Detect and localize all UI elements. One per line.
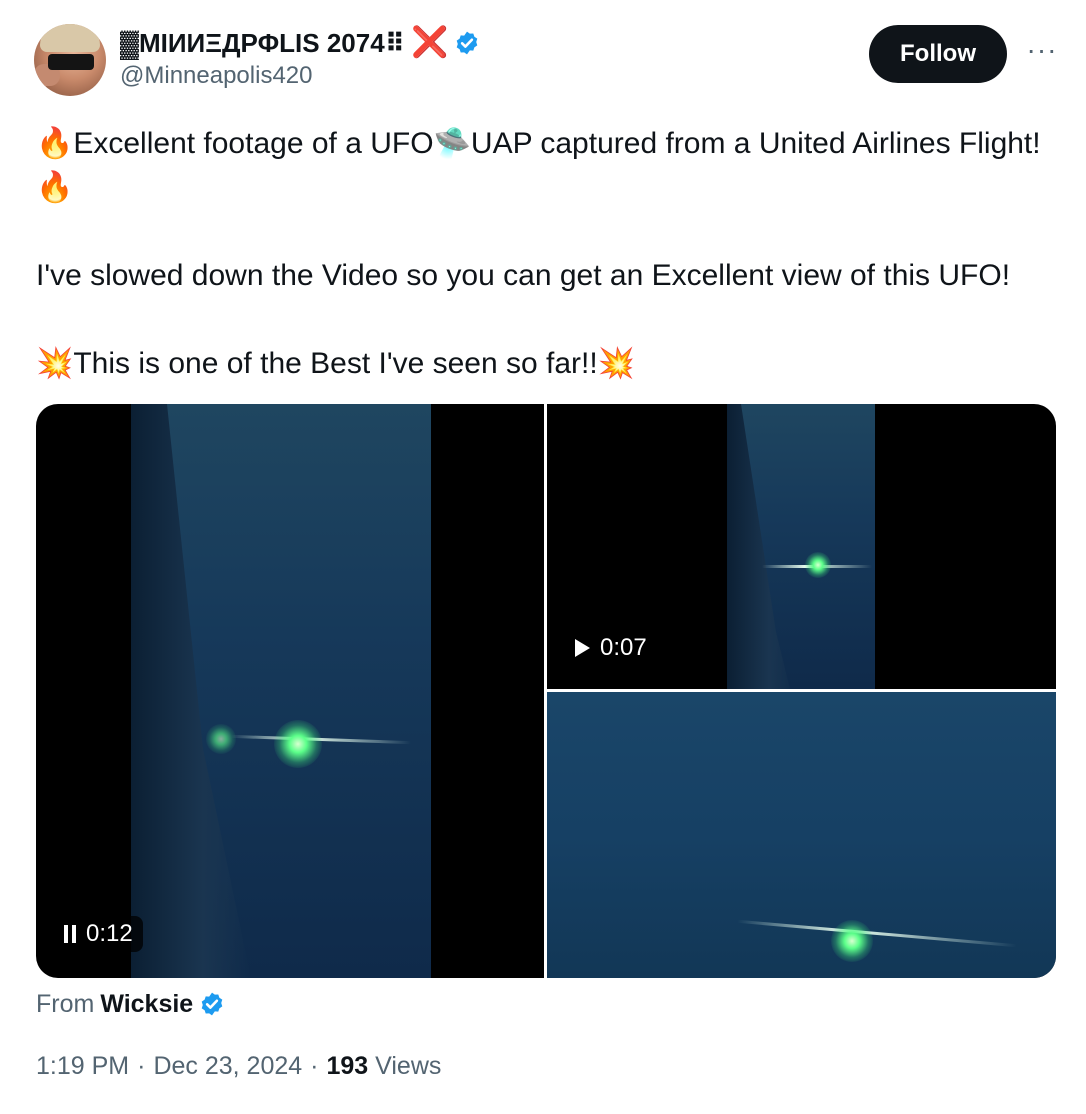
source-name[interactable]: Wicksie	[100, 990, 193, 1019]
video-player-3[interactable]	[547, 692, 1056, 978]
tweet-metadata: 1:19 PM · Dec 23, 2024 · 193 Views	[36, 1052, 441, 1081]
meta-separator: ·	[137, 1052, 146, 1080]
video-source: From Wicksie	[36, 986, 225, 1022]
cross-mark-icon: ❌	[410, 26, 449, 59]
video-player-1[interactable]: 0:12	[36, 404, 544, 978]
video-player-2[interactable]: 0:07	[547, 404, 1056, 689]
ufo-light-secondary	[206, 724, 236, 754]
video-duration: 0:12	[86, 920, 133, 947]
author-name-row: ▓МІИИΞДРΦLIS 2074⠿ ❌	[120, 26, 480, 60]
playback-badge[interactable]: 0:12	[54, 916, 143, 952]
ufo-light	[831, 920, 873, 962]
video-duration: 0:07	[600, 634, 647, 661]
views-label: Views	[375, 1052, 442, 1080]
meta-separator: ·	[310, 1052, 319, 1080]
ufo-light	[805, 552, 831, 578]
avatar-sunglasses	[48, 54, 94, 70]
more-options-icon[interactable]: ···	[1022, 36, 1062, 72]
avatar-hair	[40, 24, 100, 52]
views-count: 193	[326, 1052, 369, 1080]
media-grid: 0:12 0:07	[36, 404, 1056, 978]
pause-icon[interactable]	[64, 925, 76, 943]
views[interactable]: 193 Views	[326, 1052, 441, 1081]
video-frame	[547, 692, 1056, 978]
source-prefix: From	[36, 989, 95, 1018]
avatar[interactable]	[34, 24, 106, 96]
playback-badge[interactable]: 0:07	[565, 630, 657, 666]
display-name[interactable]: ▓МІИИΞДРΦLIS 2074⠿	[120, 26, 405, 60]
verified-badge-icon	[201, 992, 223, 1016]
tweet-date[interactable]: Dec 23, 2024	[153, 1052, 302, 1081]
author-handle[interactable]: @Minneapolis420	[120, 62, 312, 90]
play-icon[interactable]	[575, 639, 590, 657]
tweet-time[interactable]: 1:19 PM	[36, 1052, 129, 1081]
verified-badge-icon[interactable]	[454, 30, 480, 56]
follow-button[interactable]: Follow	[869, 25, 1007, 83]
ufo-light	[274, 720, 322, 768]
tweet-text: 🔥Excellent footage of a UFO🛸UAP captured…	[36, 127, 1041, 380]
